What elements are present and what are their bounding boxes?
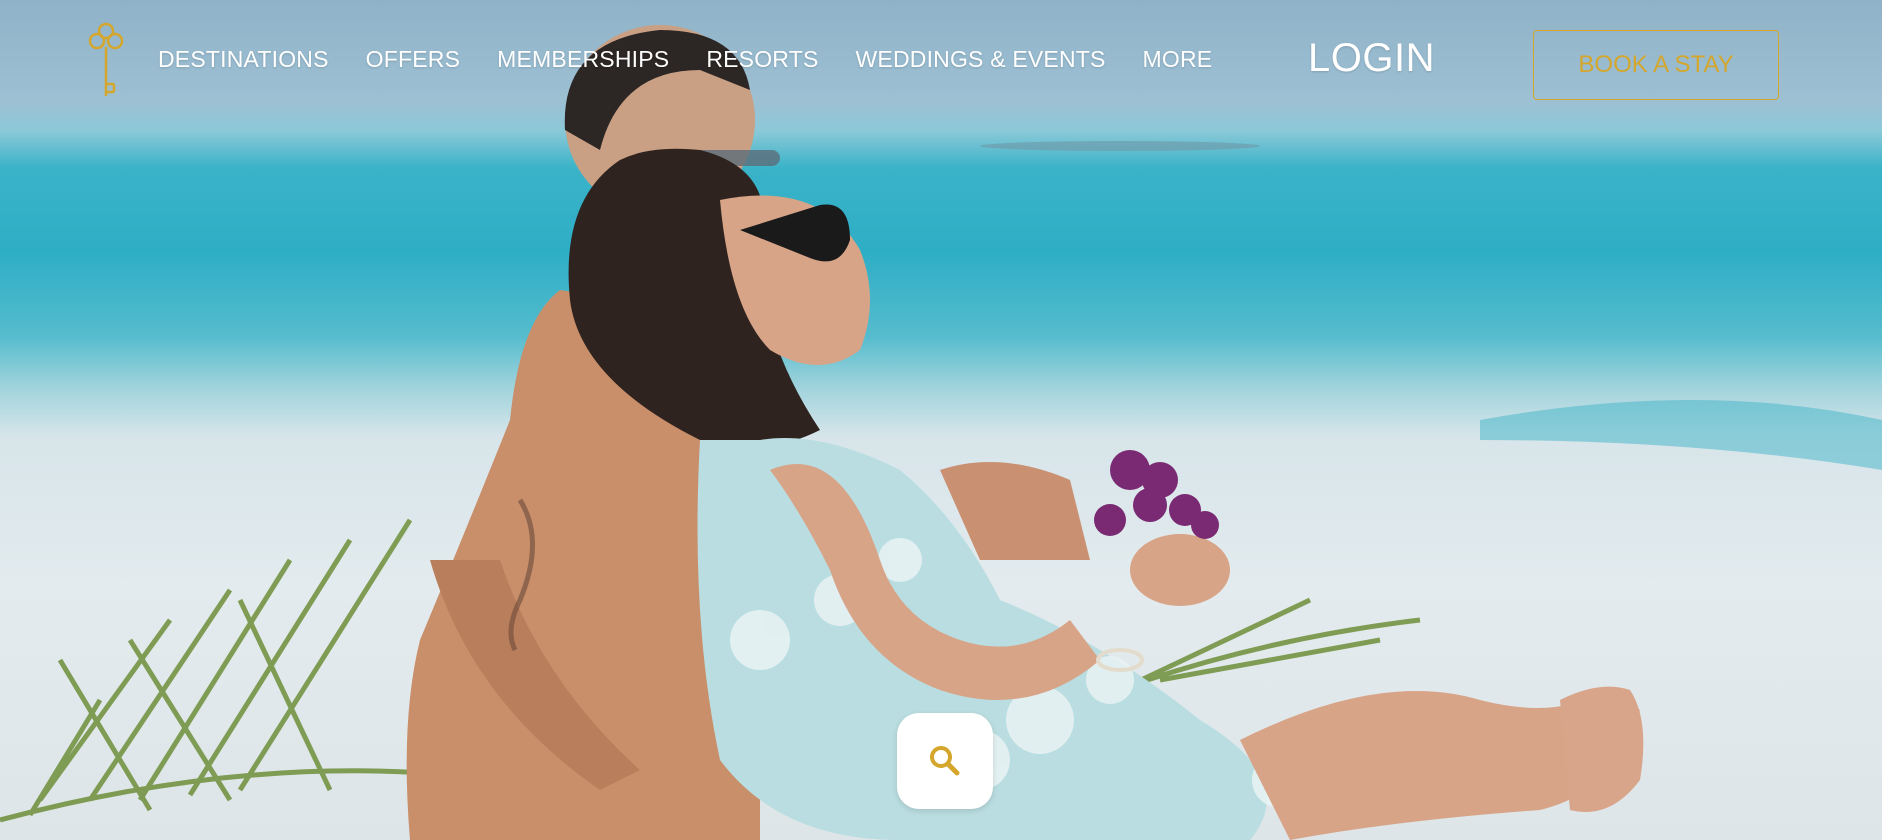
search-icon bbox=[930, 746, 960, 776]
golden-key-icon[interactable] bbox=[84, 20, 128, 102]
login-link[interactable]: LOGIN bbox=[1308, 36, 1435, 81]
primary-nav: DESTINATIONS OFFERS MEMBERSHIPS RESORTS … bbox=[158, 44, 1249, 74]
nav-link-more[interactable]: MORE bbox=[1143, 46, 1213, 73]
nav-link-offers[interactable]: OFFERS bbox=[366, 46, 460, 73]
nav-link-destinations[interactable]: DESTINATIONS bbox=[158, 46, 329, 73]
nav-link-memberships[interactable]: MEMBERSHIPS bbox=[497, 46, 669, 73]
nav-link-resorts[interactable]: RESORTS bbox=[706, 46, 818, 73]
nav-link-weddings-events[interactable]: WEDDINGS & EVENTS bbox=[856, 46, 1106, 73]
top-navigation: DESTINATIONS OFFERS MEMBERSHIPS RESORTS … bbox=[0, 0, 1882, 130]
search-button[interactable] bbox=[897, 713, 993, 809]
book-a-stay-button[interactable]: BOOK A STAY bbox=[1533, 30, 1779, 100]
